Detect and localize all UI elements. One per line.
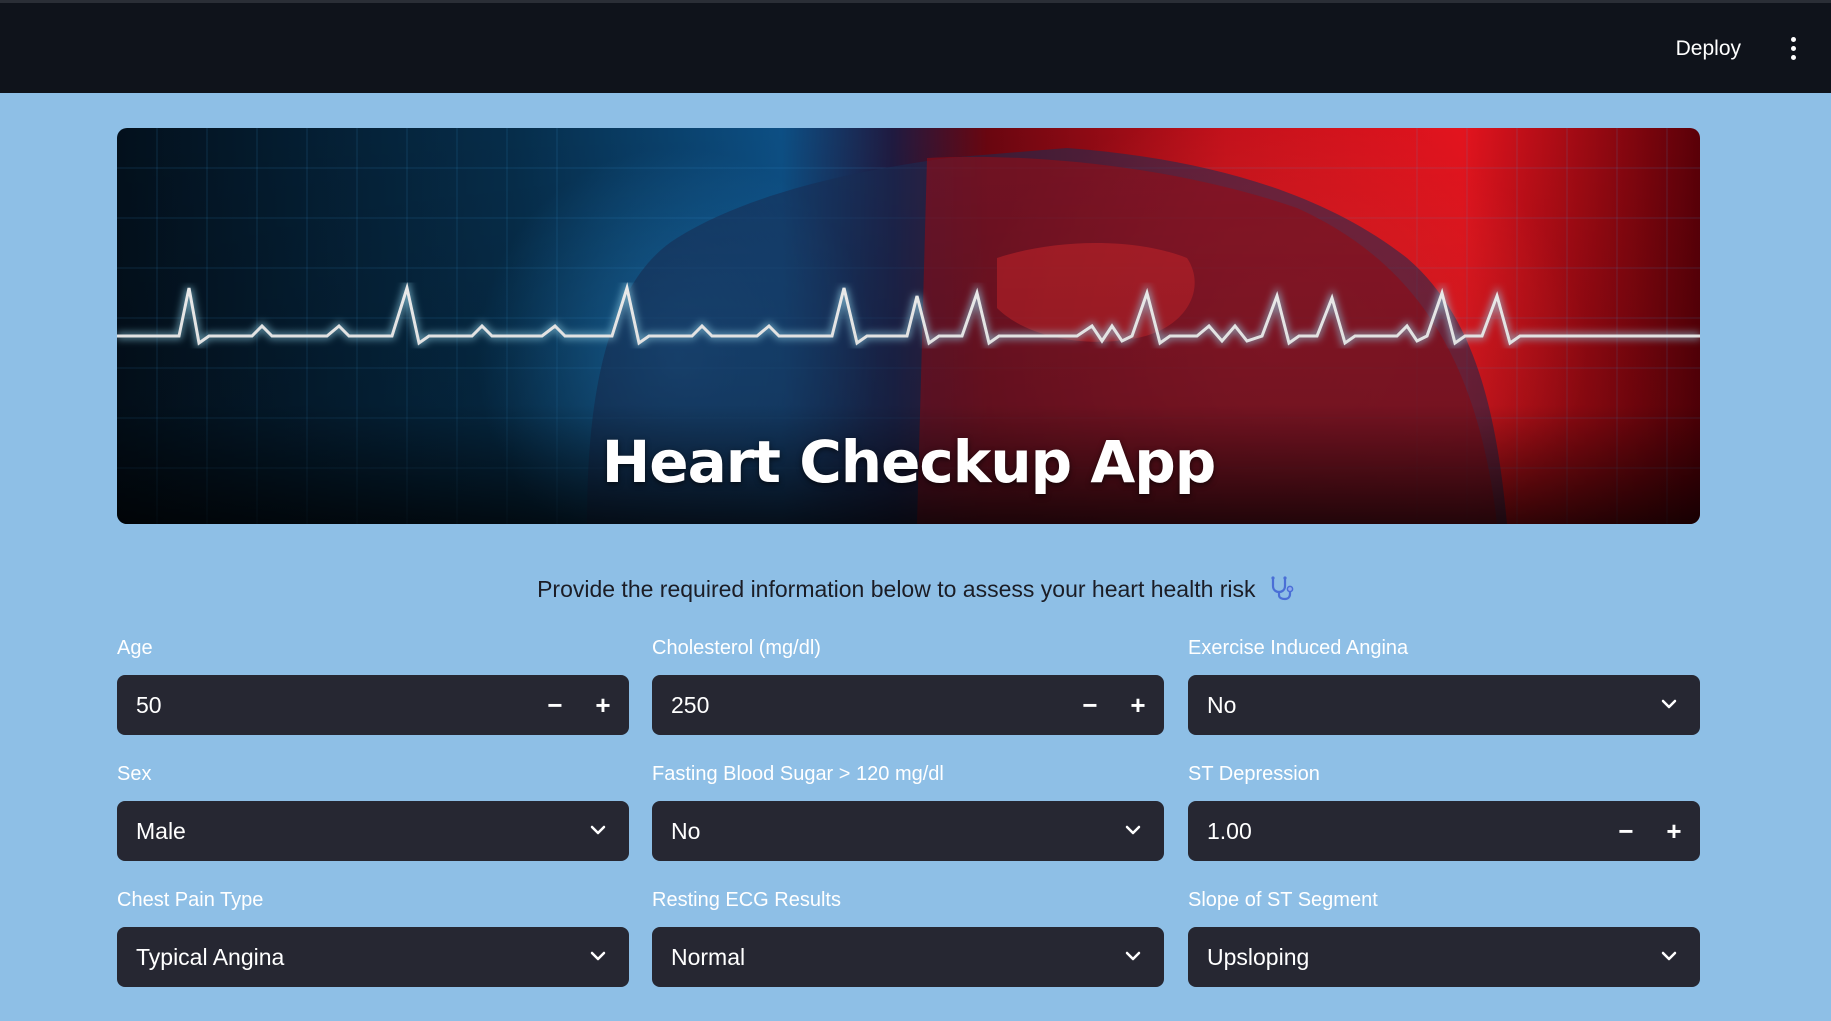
chevron-down-icon bbox=[1125, 825, 1141, 835]
intro-text-label: Provide the required information below t… bbox=[537, 576, 1256, 603]
st-depression-decrement-button[interactable]: − bbox=[1604, 801, 1648, 861]
chest-pain-label: Chest Pain Type bbox=[117, 889, 264, 911]
intro-text: Provide the required information below t… bbox=[0, 575, 1831, 607]
fasting-blood-sugar-field: Fasting Blood Sugar > 120 mg/dl No bbox=[652, 759, 1164, 861]
fasting-blood-sugar-select[interactable]: No bbox=[652, 801, 1164, 861]
chest-pain-select[interactable]: Typical Angina bbox=[117, 927, 629, 987]
chevron-down-icon bbox=[590, 951, 606, 961]
sex-field: Sex Male bbox=[117, 759, 629, 861]
st-depression-number-input[interactable]: 1.00 − + bbox=[1188, 801, 1700, 861]
deploy-button[interactable]: Deploy bbox=[1668, 33, 1749, 65]
sex-value: Male bbox=[136, 818, 186, 844]
cholesterol-value[interactable]: 250 bbox=[671, 675, 709, 735]
cholesterol-number-input[interactable]: 250 − + bbox=[652, 675, 1164, 735]
st-slope-label: Slope of ST Segment bbox=[1188, 889, 1378, 911]
age-increment-button[interactable]: + bbox=[581, 675, 625, 735]
resting-ecg-label: Resting ECG Results bbox=[652, 889, 841, 911]
cholesterol-decrement-button[interactable]: − bbox=[1068, 675, 1112, 735]
app-title: Heart Checkup App bbox=[601, 428, 1217, 496]
chevron-down-icon bbox=[1125, 951, 1141, 961]
age-decrement-button[interactable]: − bbox=[533, 675, 577, 735]
age-field: Age 50 − + bbox=[117, 633, 629, 735]
resting-ecg-value: Normal bbox=[671, 944, 746, 970]
st-slope-select[interactable]: Upsloping bbox=[1188, 927, 1700, 987]
st-depression-label: ST Depression bbox=[1188, 763, 1320, 785]
sex-select[interactable]: Male bbox=[117, 801, 629, 861]
resting-ecg-select[interactable]: Normal bbox=[652, 927, 1164, 987]
chevron-down-icon bbox=[590, 825, 606, 835]
exercise-angina-label: Exercise Induced Angina bbox=[1188, 637, 1409, 659]
st-depression-increment-button[interactable]: + bbox=[1652, 801, 1696, 861]
chevron-down-icon bbox=[1661, 699, 1677, 709]
age-value[interactable]: 50 bbox=[136, 675, 162, 735]
st-slope-field: Slope of ST Segment Upsloping bbox=[1188, 885, 1700, 987]
fasting-blood-sugar-label: Fasting Blood Sugar > 120 mg/dl bbox=[652, 763, 944, 785]
sex-label: Sex bbox=[117, 763, 152, 785]
stethoscope-icon bbox=[1268, 575, 1294, 607]
cholesterol-field: Cholesterol (mg/dl) 250 − + bbox=[652, 633, 1164, 735]
exercise-angina-select[interactable]: No bbox=[1188, 675, 1700, 735]
cholesterol-label: Cholesterol (mg/dl) bbox=[652, 637, 821, 659]
top-header-bar: Deploy bbox=[0, 0, 1831, 93]
kebab-menu-icon[interactable] bbox=[1783, 37, 1803, 65]
resting-ecg-field: Resting ECG Results Normal bbox=[652, 885, 1164, 987]
main-content: Heart Checkup App Provide the required i… bbox=[0, 93, 1831, 1021]
fasting-blood-sugar-value: No bbox=[671, 818, 701, 844]
st-slope-value: Upsloping bbox=[1207, 944, 1310, 970]
exercise-angina-value: No bbox=[1207, 692, 1237, 718]
chest-pain-field: Chest Pain Type Typical Angina bbox=[117, 885, 629, 987]
cholesterol-increment-button[interactable]: + bbox=[1116, 675, 1160, 735]
hero-banner: Heart Checkup App bbox=[117, 128, 1700, 524]
age-number-input[interactable]: 50 − + bbox=[117, 675, 629, 735]
chest-pain-value: Typical Angina bbox=[136, 944, 285, 970]
exercise-angina-field: Exercise Induced Angina No bbox=[1188, 633, 1700, 735]
chevron-down-icon bbox=[1661, 951, 1677, 961]
st-depression-field: ST Depression 1.00 − + bbox=[1188, 759, 1700, 861]
age-label: Age bbox=[117, 637, 153, 659]
st-depression-value[interactable]: 1.00 bbox=[1207, 801, 1252, 861]
